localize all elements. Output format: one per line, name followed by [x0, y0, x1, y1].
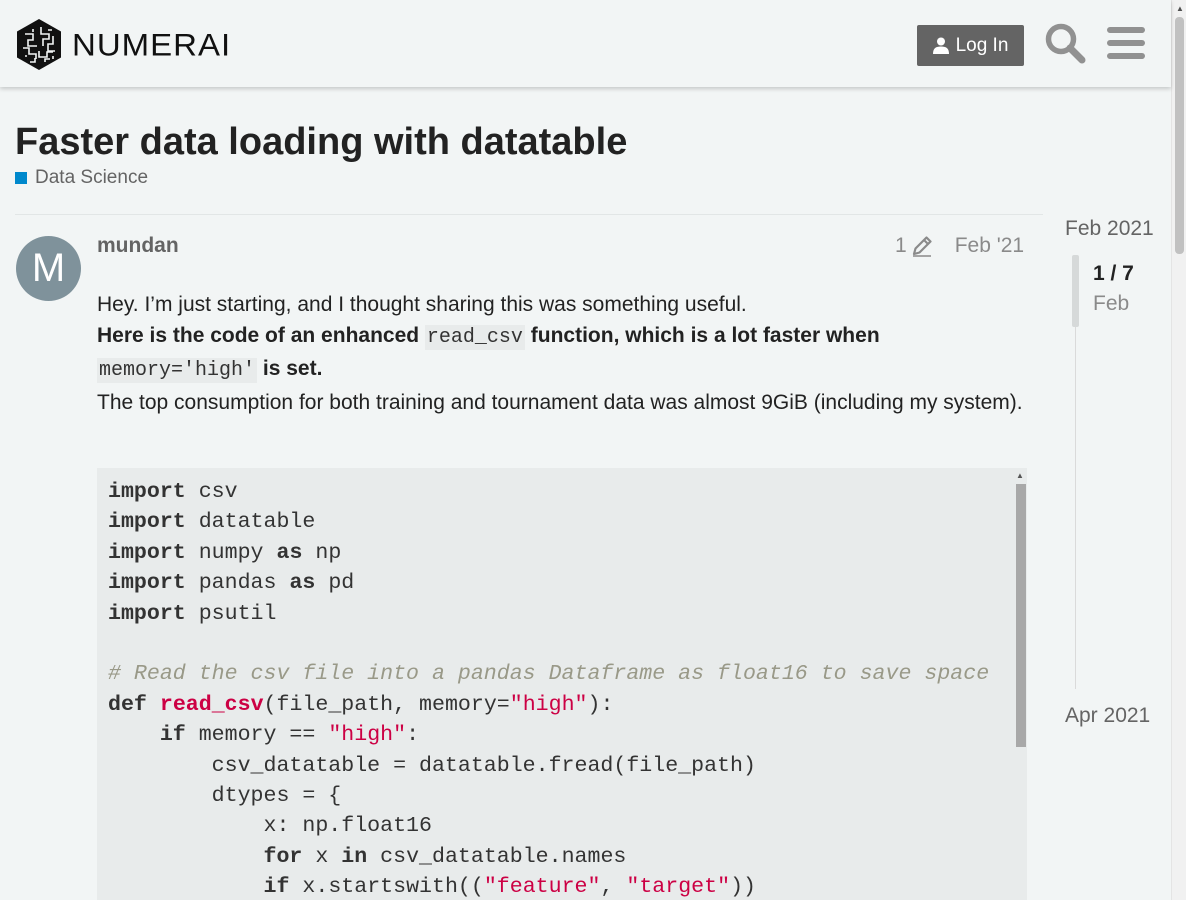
topic-title[interactable]: Faster data loading with datatable: [15, 121, 627, 164]
code-line: import psutil: [108, 601, 277, 626]
topic-divider: [15, 214, 1043, 215]
login-label: Log In: [955, 34, 1009, 56]
site-header: NUMERAI Log In: [0, 0, 1171, 87]
category-badge[interactable]: Data Science: [15, 167, 148, 189]
avatar-letter: M: [31, 246, 66, 290]
edit-history-button[interactable]: 1: [895, 234, 933, 258]
timeline-current-date: Feb: [1093, 292, 1130, 315]
site-logo[interactable]: NUMERAI: [15, 18, 231, 71]
code-scrollbar[interactable]: ▲: [1013, 468, 1027, 900]
logo-wordmark: NUMERAI: [72, 26, 232, 62]
code-line: import csv: [108, 480, 238, 504]
bold-text: function, which is a lot faster when: [524, 324, 880, 347]
post-paragraph: The top consumption for both training an…: [97, 391, 1023, 414]
code-line: import pandas as pd: [108, 571, 355, 596]
post-date[interactable]: Feb '21: [955, 234, 1024, 258]
category-label: Data Science: [35, 167, 149, 188]
category-color-square: [15, 172, 27, 184]
inline-code: memory='high': [97, 358, 258, 383]
code-line: if x.startswith(("feature", "target")): [263, 875, 756, 900]
timeline-handle[interactable]: [1072, 255, 1079, 327]
code-line: x: np.float16: [263, 814, 432, 839]
user-icon: [932, 37, 949, 54]
timeline-end-date[interactable]: Apr 2021: [1065, 704, 1150, 728]
bold-text: Here is the code of an enhanced: [97, 324, 425, 347]
code-comment: # Read the csv file into a pandas Datafr…: [108, 662, 990, 687]
code-content: import csv import datatable import numpy…: [108, 477, 989, 900]
page-scrollbar[interactable]: ▲: [1171, 0, 1186, 900]
login-button[interactable]: Log In: [917, 25, 1024, 66]
bold-text: is set.: [257, 357, 323, 380]
code-line: csv_datatable = datatable.fread(file_pat…: [211, 753, 756, 778]
avatar[interactable]: M: [16, 236, 81, 301]
pencil-icon: [912, 236, 932, 257]
code-block[interactable]: import csv import datatable import numpy…: [97, 468, 1027, 900]
page-scrollbar-thumb[interactable]: [1175, 17, 1184, 254]
scroll-up-arrow-icon[interactable]: ▲: [1176, 4, 1184, 13]
timeline-position: 1 / 7: [1093, 262, 1134, 285]
timeline-start-date[interactable]: Feb 2021: [1065, 217, 1154, 241]
inline-code: read_csv: [424, 325, 525, 350]
edit-count: 1: [895, 234, 907, 257]
post-body: Hey. I’m just starting, and I thought sh…: [97, 289, 1027, 418]
code-line: if memory == "high":: [159, 723, 420, 748]
code-line: for x in csv_datatable.names: [263, 844, 627, 869]
code-line: def read_csv(file_path, memory="high"):: [108, 692, 614, 717]
post-paragraph-bold: Here is the code of an enhanced read_csv…: [97, 320, 1027, 386]
code-line: import datatable: [108, 510, 316, 535]
code-scrollbar-thumb[interactable]: [1016, 484, 1026, 747]
numerai-logo-icon: [17, 19, 61, 70]
post-meta: 1 Feb '21: [895, 234, 1024, 258]
hamburger-menu-icon[interactable]: [1107, 26, 1145, 60]
code-line: dtypes = {: [211, 784, 342, 809]
post-paragraph: Hey. I’m just starting, and I thought sh…: [97, 293, 747, 316]
search-icon[interactable]: [1044, 22, 1086, 64]
post-username[interactable]: mundan: [97, 234, 179, 258]
code-line: import numpy as np: [108, 540, 342, 565]
scroll-up-arrow-icon[interactable]: ▲: [1016, 471, 1024, 480]
